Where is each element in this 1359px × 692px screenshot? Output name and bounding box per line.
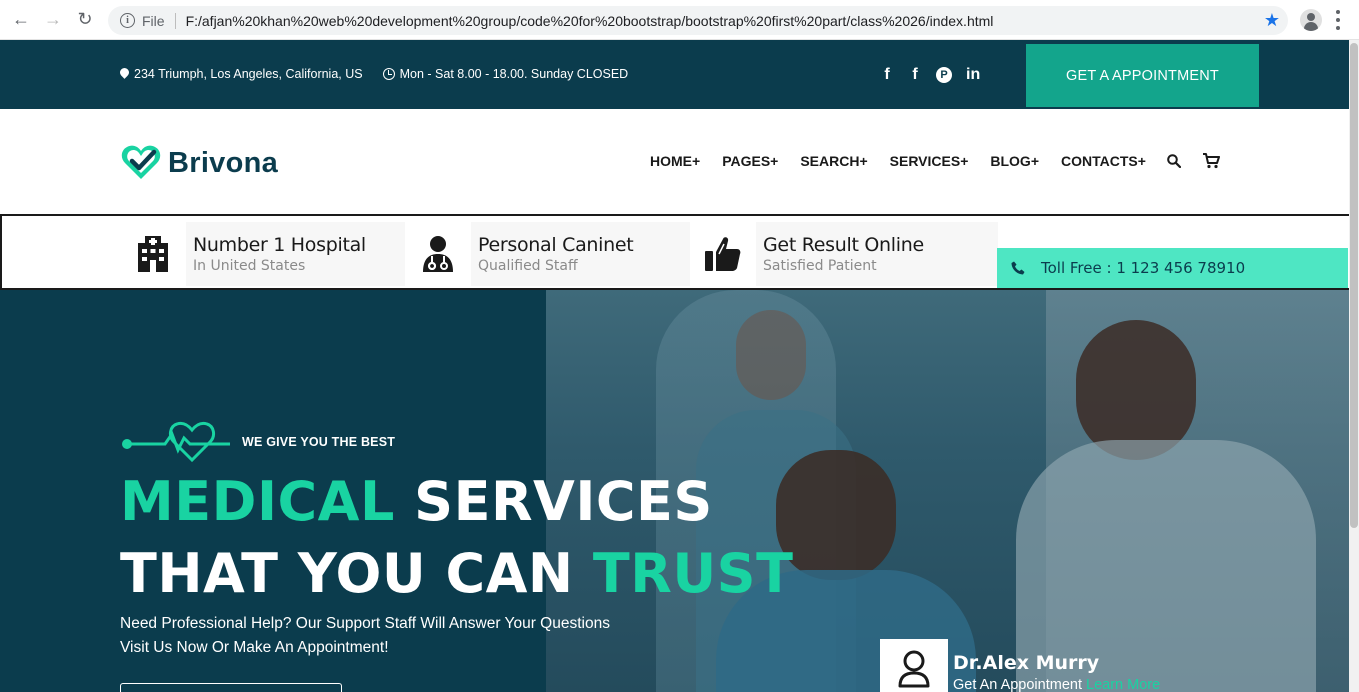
hero-description: Need Professional Help? Our Support Staf… (120, 612, 610, 660)
hospital-icon (120, 222, 186, 286)
doctor-avatar (880, 639, 948, 692)
hours-item: Mon - Sat 8.00 - 18.00. Sunday CLOSED (382, 67, 629, 81)
feature-results: Get Result Online Satisfied Patient (690, 222, 998, 286)
feature-staff: Personal Caninet Qualified Staff (405, 222, 690, 286)
brand-name: Brivona (168, 146, 279, 179)
hero-cta-button[interactable] (120, 683, 342, 692)
main-navbar: Brivona HOME+ PAGES+ SEARCH+ SERVICES+ B… (0, 109, 1359, 214)
nav-item-services[interactable]: SERVICES+ (890, 153, 969, 169)
hero-headline-line-1: MEDICAL SERVICES (120, 470, 713, 533)
address-bar[interactable]: i File F:/afjan%20khan%20web%20developme… (108, 6, 1288, 35)
browser-toolbar: ← → ↻ i File F:/afjan%20khan%20web%20dev… (0, 0, 1359, 40)
heartbeat-icon (122, 421, 230, 463)
feature-hospital: Number 1 Hospital In United States (120, 222, 405, 286)
brand-logo[interactable]: Brivona (120, 144, 278, 182)
doctor-icon (405, 222, 471, 286)
hero-description-line-2: Visit Us Now Or Make An Appointment! (120, 639, 389, 656)
nav-menu: HOME+ PAGES+ SEARCH+ SERVICES+ BLOG+ CON… (650, 153, 1146, 169)
facebook-icon-2[interactable]: f (908, 66, 922, 84)
pinterest-icon[interactable]: P (936, 67, 952, 83)
nav-item-blog[interactable]: BLOG+ (990, 153, 1039, 169)
address-item: 234 Triumph, Los Angeles, California, US (120, 67, 363, 81)
feature-subtitle: Satisfied Patient (763, 258, 877, 274)
doctor-appointment-text: Get An Appointment Learn More (953, 677, 1160, 692)
address-text: 234 Triumph, Los Angeles, California, US (134, 67, 363, 81)
map-pin-icon (120, 68, 129, 80)
hero-headline-line-2: THAT YOU CAN TRUST (120, 542, 793, 605)
toll-free-text: Toll Free : 1 123 456 78910 (1041, 259, 1246, 277)
get-appointment-button[interactable]: GET A APPOINTMENT (1026, 44, 1259, 107)
file-label: File (142, 12, 165, 29)
info-icon[interactable]: i (120, 13, 135, 28)
top-info-bar: 234 Triumph, Los Angeles, California, US… (0, 40, 1359, 109)
social-links: f f P in (880, 66, 980, 84)
headline-services: SERVICES (394, 470, 713, 533)
feature-subtitle: Qualified Staff (478, 258, 578, 274)
hero-description-line-1: Need Professional Help? Our Support Staf… (120, 615, 610, 632)
clock-icon (382, 68, 395, 80)
bookmark-star-icon[interactable]: ★ (1264, 10, 1280, 31)
feature-title: Get Result Online (763, 234, 924, 256)
headline-accent-trust: TRUST (592, 542, 794, 605)
back-icon[interactable]: ← (10, 9, 32, 31)
nav-item-home[interactable]: HOME+ (650, 153, 700, 169)
doctor-appointment-label: Get An Appointment (953, 677, 1087, 692)
facebook-icon[interactable]: f (880, 66, 894, 84)
scrollbar-thumb[interactable] (1350, 43, 1358, 528)
heart-check-logo-icon (121, 145, 161, 179)
reload-icon[interactable]: ↻ (74, 9, 96, 31)
url-text[interactable]: F:/afjan%20khan%20web%20development%20gr… (186, 13, 994, 29)
browser-menu-icon[interactable] (1336, 10, 1340, 30)
headline-that-you-can: THAT YOU CAN (120, 542, 593, 605)
user-icon (898, 650, 930, 688)
nav-item-pages[interactable]: PAGES+ (722, 153, 778, 169)
linkedin-icon[interactable]: in (966, 66, 980, 84)
search-icon[interactable] (1167, 154, 1181, 168)
contact-info: 234 Triumph, Los Angeles, California, US… (120, 67, 628, 81)
phone-icon (1011, 261, 1025, 275)
hero-tagline: WE GIVE YOU THE BEST (120, 420, 395, 464)
cart-icon[interactable] (1203, 153, 1220, 169)
nav-item-search[interactable]: SEARCH+ (800, 153, 867, 169)
hero-tagline-text: WE GIVE YOU THE BEST (242, 435, 396, 449)
feature-subtitle: In United States (193, 258, 306, 274)
nav-item-contacts[interactable]: CONTACTS+ (1061, 153, 1146, 169)
feature-title: Number 1 Hospital (193, 234, 366, 256)
hero-section: WE GIVE YOU THE BEST MEDICAL SERVICES TH… (0, 290, 1359, 692)
learn-more-link[interactable]: Learn More (1086, 677, 1160, 692)
doctor-name: Dr.Alex Murry (953, 652, 1100, 674)
thumbs-up-icon (690, 222, 756, 286)
hours-text: Mon - Sat 8.00 - 18.00. Sunday CLOSED (399, 67, 629, 81)
headline-accent-medical: MEDICAL (120, 470, 395, 533)
profile-avatar-icon[interactable] (1300, 9, 1322, 31)
toll-free-banner[interactable]: Toll Free : 1 123 456 78910 (997, 248, 1348, 288)
omnibox-divider (174, 12, 176, 29)
forward-icon[interactable]: → (42, 9, 64, 31)
page-scrollbar[interactable] (1349, 40, 1359, 692)
feature-title: Personal Caninet (478, 234, 634, 256)
